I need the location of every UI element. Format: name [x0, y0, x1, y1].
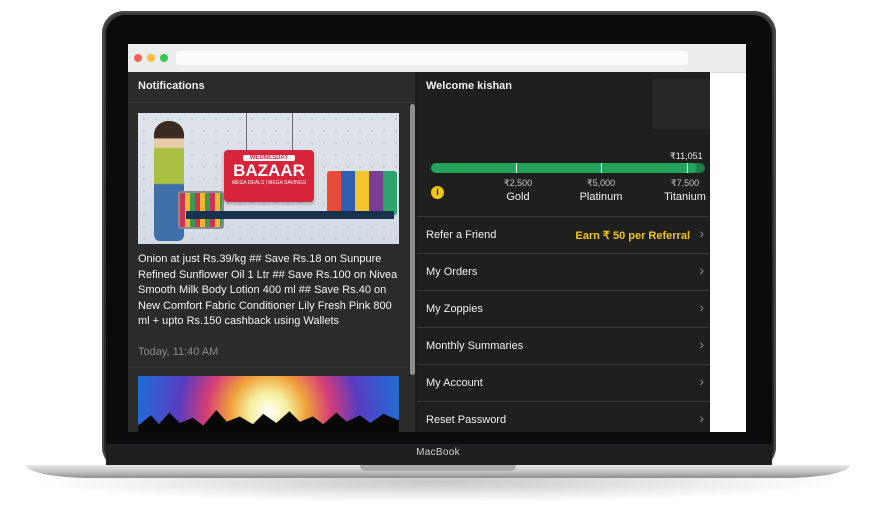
banner-subtitle: MEGA DEALS | MEGA SAVINGS [231, 180, 306, 186]
tier-titanium: ₹7,500 Titanium [655, 178, 715, 203]
menu-item-refer-a-friend[interactable]: Refer a Friend Earn ₹ 50 per Referral › [417, 216, 710, 254]
chevron-right-icon: › [699, 299, 704, 315]
menu-item-reset-password[interactable]: Reset Password › [417, 401, 710, 432]
address-bar[interactable] [176, 51, 688, 65]
shopping-cart-icon [178, 191, 224, 229]
tier-platinum: ₹5,000 Platinum [571, 178, 631, 203]
scrollbar-thumb[interactable] [410, 104, 415, 375]
laptop-notch [360, 465, 516, 471]
referral-reward-text: Earn ₹ 50 per Referral [575, 230, 690, 242]
info-icon[interactable]: i [431, 186, 444, 199]
device-brand-label: MacBook [416, 447, 460, 458]
progress-current-label: ₹11,051 [670, 151, 703, 161]
account-panel: Welcome kishan ₹11,051 i ₹2,500 Gold ₹5,… [417, 72, 710, 432]
divider [128, 102, 415, 103]
window-minimize-icon[interactable] [147, 54, 155, 62]
menu-item-label: Monthly Summaries [426, 340, 524, 352]
notification-card[interactable]: WEDNESDAY BAZAAR MEGA DEALS | MEGA SAVIN… [138, 113, 399, 358]
browser-toolbar [128, 44, 746, 73]
progress-tick [516, 163, 517, 173]
tier-amount: ₹2,500 [503, 178, 533, 188]
progress-tick [601, 163, 602, 173]
banner-sign: WEDNESDAY BAZAAR MEGA DEALS | MEGA SAVIN… [224, 150, 314, 202]
banner-string [246, 113, 247, 151]
menu-item-my-zoppies[interactable]: My Zoppies › [417, 290, 710, 328]
tier-name: Titanium [664, 191, 706, 203]
progress-tick [687, 163, 688, 173]
reward-progress-fill [431, 163, 697, 173]
window-close-icon[interactable] [134, 54, 142, 62]
tier-name: Platinum [579, 191, 623, 203]
chevron-right-icon: › [699, 373, 704, 389]
chevron-right-icon: › [699, 225, 704, 241]
notification-banner-image: WEDNESDAY BAZAAR MEGA DEALS | MEGA SAVIN… [138, 113, 399, 244]
menu-item-label: Reset Password [426, 414, 507, 426]
menu-item-label: My Orders [426, 266, 478, 278]
divider [128, 367, 408, 368]
banner-title: BAZAAR [233, 161, 305, 180]
tier-amount: ₹5,000 [586, 178, 616, 188]
chevron-right-icon: › [699, 336, 704, 352]
menu-item-label: Refer a Friend [426, 229, 497, 241]
banner-string [292, 113, 293, 151]
chevron-right-icon: › [699, 410, 704, 426]
menu-item-label: My Account [426, 377, 483, 389]
app-window: Notifications WEDNESDAY BAZAAR MEGA DEAL… [128, 72, 710, 432]
crowd-silhouette [138, 410, 399, 432]
window-maximize-icon[interactable] [160, 54, 168, 62]
menu-item-monthly-summaries[interactable]: Monthly Summaries › [417, 327, 710, 365]
tier-amount: ₹7,500 [670, 178, 700, 188]
notification-text: Onion at just Rs.39/kg ## Save Rs.18 on … [138, 253, 398, 327]
menu-item-label: My Zoppies [426, 303, 483, 315]
notification-time: Today, 11:40 AM [138, 345, 219, 358]
chevron-right-icon: › [699, 262, 704, 278]
notification-banner-image[interactable] [138, 376, 399, 432]
menu-item-my-orders[interactable]: My Orders › [417, 253, 710, 291]
banner-products-image [327, 171, 397, 215]
welcome-text: Welcome kishan [426, 80, 512, 92]
avatar[interactable] [653, 79, 710, 129]
tier-gold: ₹2,500 Gold [488, 178, 548, 203]
menu-item-my-account[interactable]: My Account › [417, 364, 710, 402]
tier-name: Gold [506, 191, 530, 203]
notifications-panel: Notifications WEDNESDAY BAZAAR MEGA DEAL… [128, 72, 415, 432]
laptop-screen: Notifications WEDNESDAY BAZAAR MEGA DEAL… [128, 44, 746, 432]
reward-progress-bar [431, 163, 705, 173]
notifications-title: Notifications [138, 80, 205, 92]
banner-offer-strip [186, 211, 394, 219]
